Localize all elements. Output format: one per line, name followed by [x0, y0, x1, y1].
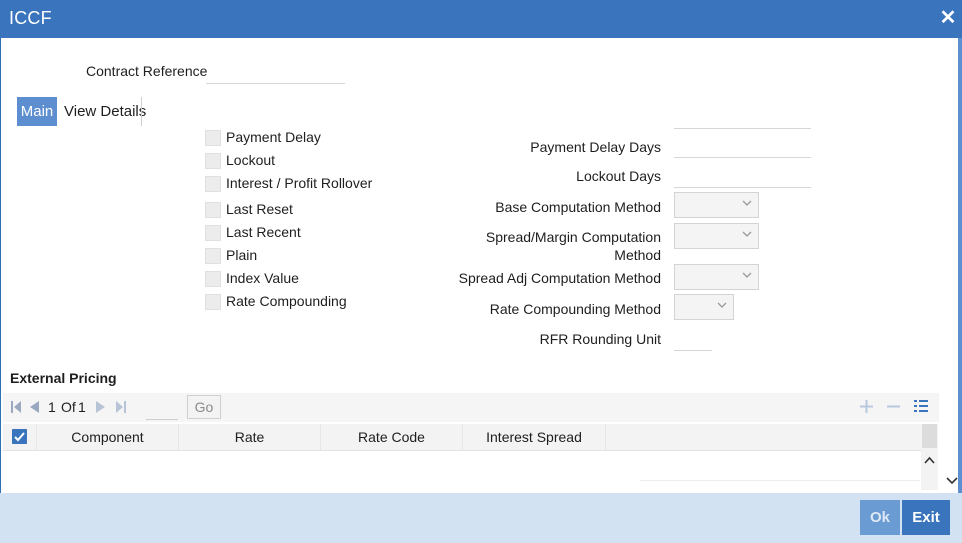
- lockout-days-label: Lockout Days: [576, 168, 661, 184]
- title-bar: ICCF ✕: [0, 0, 962, 38]
- current-page: 1: [48, 399, 56, 415]
- rfr-rounding-unit-label: RFR Rounding Unit: [539, 331, 661, 347]
- interest-profit-rollover-checkbox[interactable]: [205, 176, 221, 192]
- add-row-icon[interactable]: [860, 400, 873, 413]
- ok-button[interactable]: Ok: [860, 500, 900, 535]
- last-recent-checkbox[interactable]: [205, 225, 221, 241]
- rate-compounding-checkbox[interactable]: [205, 294, 221, 310]
- index-value-label: Index Value: [226, 270, 299, 286]
- tab-divider: [141, 97, 142, 126]
- contract-reference-input[interactable]: [206, 60, 345, 84]
- dialog-footer: [0, 493, 962, 543]
- rate-compounding-method-select[interactable]: [674, 294, 734, 320]
- plain-checkbox[interactable]: [205, 248, 221, 264]
- spread-adj-computation-method-label: Spread Adj Computation Method: [458, 270, 661, 286]
- column-component[interactable]: Component: [37, 424, 179, 450]
- column-rate[interactable]: Rate: [179, 424, 321, 450]
- spread-margin-computation-label-line2: Method: [614, 247, 661, 263]
- first-page-icon[interactable]: [11, 401, 21, 413]
- page-of-label: Of: [61, 399, 76, 415]
- interest-profit-rollover-label: Interest / Profit Rollover: [226, 175, 373, 191]
- payment-delay-days-input[interactable]: [674, 134, 811, 158]
- contract-reference-label: Contract Reference: [86, 63, 208, 79]
- next-page-icon[interactable]: [96, 401, 105, 413]
- dialog-title: ICCF: [9, 8, 52, 28]
- total-pages: 1: [78, 399, 86, 415]
- index-value-checkbox[interactable]: [205, 271, 221, 287]
- plain-label: Plain: [226, 247, 258, 263]
- payment-delay-label: Payment Delay: [226, 129, 321, 145]
- rate-compounding-label: Rate Compounding: [226, 293, 347, 309]
- lockout-label: Lockout: [226, 152, 276, 168]
- previous-page-icon[interactable]: [30, 401, 39, 413]
- column-rate-code[interactable]: Rate Code: [321, 424, 463, 450]
- chevron-down-icon: [742, 272, 752, 278]
- tab-view-details[interactable]: View Details: [60, 97, 150, 126]
- last-recent-label: Last Recent: [226, 224, 301, 240]
- scroll-down-icon[interactable]: [945, 472, 959, 490]
- lockout-days-input[interactable]: [674, 164, 811, 188]
- close-icon[interactable]: ✕: [938, 6, 958, 30]
- chevron-down-icon: [742, 200, 752, 206]
- window-edge: [958, 38, 962, 493]
- list-view-icon[interactable]: [914, 399, 928, 413]
- scroll-up-icon[interactable]: [922, 450, 937, 470]
- tab-main[interactable]: Main: [17, 97, 57, 126]
- spread-margin-computation-label-line1: Spread/Margin Computation: [485, 229, 661, 245]
- rfr-rounding-unit-input[interactable]: [674, 327, 712, 351]
- last-page-icon[interactable]: [116, 401, 126, 413]
- page-number-input[interactable]: [146, 419, 178, 420]
- grid-scrollbar-thumb[interactable]: [922, 424, 937, 448]
- chevron-down-icon: [717, 302, 727, 308]
- base-computation-method-select[interactable]: [674, 192, 759, 218]
- field-divider: [674, 128, 811, 129]
- grid-bottom-line: [640, 480, 920, 481]
- rate-compounding-method-label: Rate Compounding Method: [489, 301, 661, 317]
- delete-row-icon[interactable]: [887, 400, 900, 413]
- last-reset-label: Last Reset: [226, 201, 293, 217]
- spread-adj-computation-method-select[interactable]: [674, 264, 759, 290]
- last-reset-checkbox[interactable]: [205, 202, 221, 218]
- exit-button[interactable]: Exit: [902, 500, 950, 535]
- base-computation-method-label: Base Computation Method: [495, 199, 661, 215]
- lockout-checkbox[interactable]: [205, 153, 221, 169]
- go-button[interactable]: Go: [187, 395, 221, 419]
- external-pricing-title: External Pricing: [10, 370, 117, 386]
- payment-delay-days-label: Payment Delay Days: [530, 139, 661, 155]
- column-interest-spread[interactable]: Interest Spread: [463, 424, 606, 450]
- payment-delay-checkbox[interactable]: [205, 130, 221, 146]
- pager-bar: [3, 393, 939, 422]
- chevron-down-icon: [742, 231, 752, 237]
- select-all-checkbox[interactable]: [12, 429, 27, 444]
- spread-margin-computation-method-select[interactable]: [674, 223, 759, 249]
